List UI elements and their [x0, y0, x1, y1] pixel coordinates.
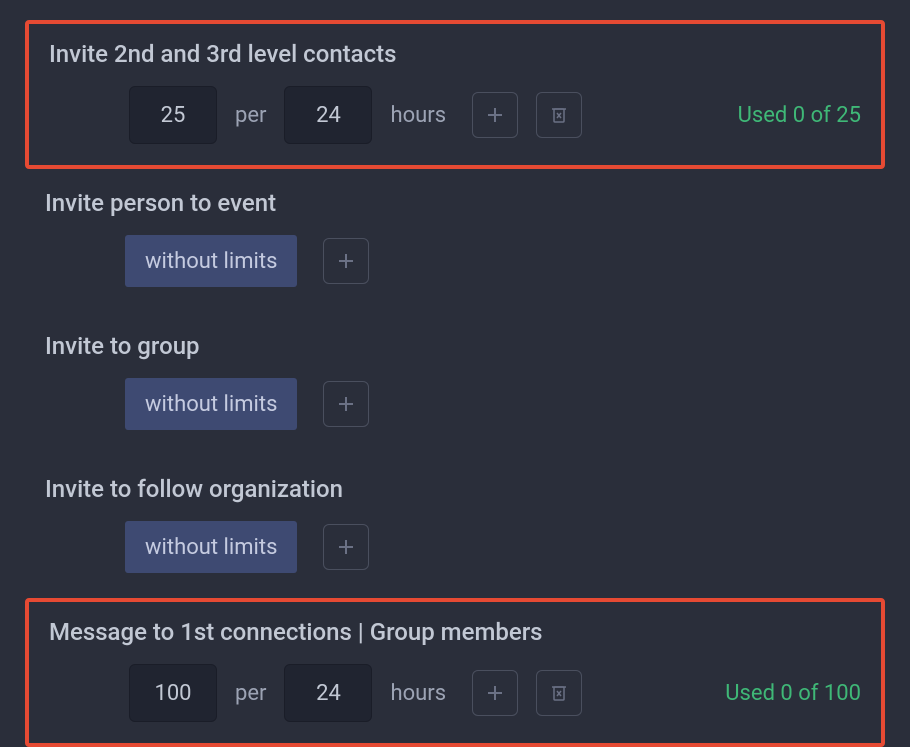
controls-row: 25 per 24 hours Used 0 of 25	[49, 86, 861, 144]
plus-icon	[337, 395, 355, 413]
setting-message-connections: Message to 1st connections | Group membe…	[25, 598, 885, 747]
controls-row: without limits	[45, 235, 865, 287]
setting-title: Invite person to event	[45, 189, 865, 217]
add-button[interactable]	[323, 524, 369, 570]
controls-row: without limits	[45, 521, 865, 573]
delete-button[interactable]	[536, 670, 582, 716]
setting-title: Invite to group	[45, 332, 865, 360]
hours-label: hours	[390, 103, 446, 128]
hours-label: hours	[390, 681, 446, 706]
setting-invite-event: Invite person to event without limits	[0, 169, 910, 312]
usage-text: Used 0 of 25	[738, 103, 861, 128]
delete-button[interactable]	[536, 92, 582, 138]
delete-icon	[550, 684, 568, 702]
add-button[interactable]	[472, 92, 518, 138]
setting-invite-organization: Invite to follow organization without li…	[0, 455, 910, 598]
controls-row: 100 per 24 hours Used 0 of 100	[49, 664, 861, 722]
without-limits-pill[interactable]: without limits	[125, 235, 297, 287]
plus-icon	[486, 684, 504, 702]
controls-row: without limits	[45, 378, 865, 430]
plus-icon	[486, 106, 504, 124]
period-input[interactable]: 24	[284, 86, 372, 144]
setting-title: Invite 2nd and 3rd level contacts	[49, 40, 861, 68]
plus-icon	[337, 538, 355, 556]
add-button[interactable]	[323, 238, 369, 284]
count-input[interactable]: 100	[129, 664, 217, 722]
period-input[interactable]: 24	[284, 664, 372, 722]
per-label: per	[235, 681, 266, 706]
add-button[interactable]	[472, 670, 518, 716]
setting-title: Message to 1st connections | Group membe…	[49, 618, 861, 646]
setting-invite-contacts: Invite 2nd and 3rd level contacts 25 per…	[25, 20, 885, 169]
setting-title: Invite to follow organization	[45, 475, 865, 503]
count-input[interactable]: 25	[129, 86, 217, 144]
usage-text: Used 0 of 100	[725, 681, 861, 706]
add-button[interactable]	[323, 381, 369, 427]
plus-icon	[337, 252, 355, 270]
per-label: per	[235, 103, 266, 128]
without-limits-pill[interactable]: without limits	[125, 378, 297, 430]
setting-invite-group: Invite to group without limits	[0, 312, 910, 455]
without-limits-pill[interactable]: without limits	[125, 521, 297, 573]
delete-icon	[550, 106, 568, 124]
